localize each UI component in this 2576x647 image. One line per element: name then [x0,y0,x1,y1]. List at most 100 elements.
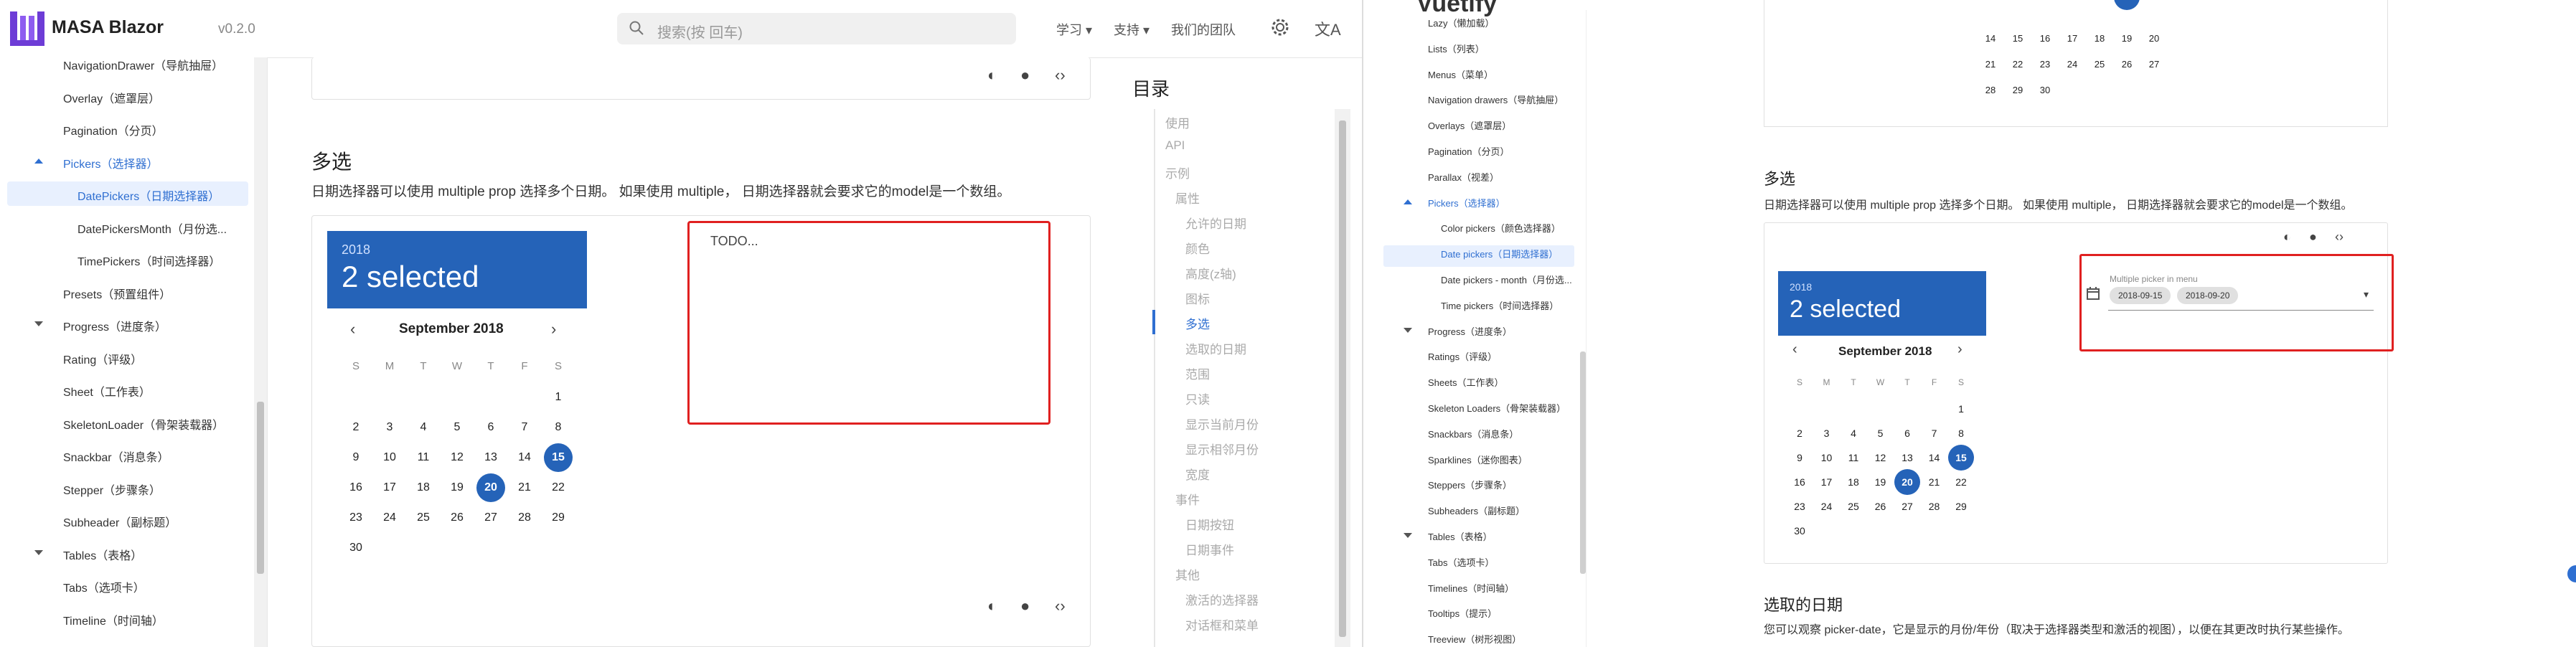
calendar-day[interactable]: 7 [1922,420,1947,446]
vuetify-example-code-icon[interactable]: ‹› [2335,230,2344,245]
calendar-day[interactable]: 20 [2141,26,2167,52]
calendar-day[interactable]: 14 [1978,26,2003,52]
calendar-day[interactable]: 22 [2005,52,2031,77]
sidebar-item[interactable]: Timelines（时间轴） [1428,581,1514,595]
sidebar-item[interactable]: Tabs（选项卡） [1428,555,1494,569]
calendar-day[interactable]: 4 [409,413,438,442]
calendar-day[interactable]: 2 [342,413,370,442]
toc-item[interactable]: 日期按钮 [1185,515,1234,533]
sidebar-item[interactable]: Progress（进度条） [63,317,166,334]
calendar-day[interactable]: 12 [443,443,471,472]
calendar-day[interactable]: 21 [510,473,539,502]
calendar-day[interactable]: 13 [476,443,505,472]
vuetify-sidebar-scroll-thumb[interactable] [1580,351,1586,574]
calendar-day[interactable]: 15 [2005,26,2031,52]
sidebar-item[interactable]: SkeletonLoader（骨架装载器） [63,415,224,433]
date-chip[interactable]: 2018-09-15 [2110,287,2171,304]
sidebar-item[interactable]: Snackbar（消息条） [63,448,169,465]
sidebar-item[interactable]: Pickers（选择器） [1428,196,1505,209]
calendar-day[interactable]: 30 [342,534,370,562]
sidebar-item[interactable]: Color pickers（颜色选择器） [1441,221,1561,235]
calendar-day[interactable]: 24 [1814,493,1840,519]
calendar-day[interactable]: 20 [1894,469,1920,495]
sidebar-item[interactable]: Pagination（分页） [63,121,164,138]
calendar-day[interactable]: 14 [1922,445,1947,471]
calendar-day[interactable]: 26 [1868,493,1894,519]
calendar-day[interactable]: 17 [1814,469,1840,495]
sidebar-item[interactable]: Pickers（选择器） [63,154,158,171]
masa-main-scroll-thumb[interactable] [1339,121,1346,637]
picker-month-title[interactable]: September 2018 [399,321,504,337]
calendar-day[interactable]: 23 [2032,52,2058,77]
chevron-icon[interactable] [34,321,43,326]
sidebar-item[interactable]: Snackbars（消息条） [1428,427,1518,440]
sidebar-item[interactable]: Tabs（选项卡） [63,578,145,595]
calendar-day[interactable]: 9 [342,443,370,472]
calendar-day[interactable]: 10 [1814,445,1840,471]
calendar-day[interactable]: 25 [1841,493,1866,519]
prev-month-chevron-icon[interactable]: ‹ [350,320,355,339]
calendar-day[interactable]: 26 [2114,52,2140,77]
sidebar-item[interactable]: Sheet（工作表） [63,382,151,400]
calendar-day[interactable]: 8 [1948,420,1974,446]
example-theme-contrast-icon[interactable]: ◐ [987,66,997,85]
sidebar-item[interactable]: Subheaders（副标题） [1428,504,1525,517]
dropdown-arrow-icon[interactable]: ▾ [2364,288,2369,301]
chevron-icon[interactable] [1404,533,1412,538]
calendar-day[interactable]: 27 [476,504,505,532]
calendar-day[interactable]: 19 [2114,26,2140,52]
vuetify-picker-month-title[interactable]: September 2018 [1838,344,1932,359]
sidebar-item[interactable]: Overlay（遮罩层） [63,89,160,106]
calendar-day[interactable]: 20 [476,473,505,502]
calendar-day[interactable]: 11 [409,443,438,472]
calendar-day[interactable]: 21 [1978,52,2003,77]
calendar-day[interactable]: 25 [409,504,438,532]
example-code-icon[interactable]: ‹› [1055,597,1066,615]
toc-item[interactable]: 范围 [1185,364,1210,382]
sidebar-item[interactable]: Timeline（时间轴） [63,611,164,628]
sidebar-item[interactable]: Overlays（遮罩层） [1428,118,1511,132]
toc-item[interactable]: 激活的选择器 [1185,590,1259,608]
calendar-day[interactable]: 6 [476,413,505,442]
masa-brand-name[interactable]: MASA Blazor [52,17,164,38]
calendar-day[interactable]: 11 [1841,445,1866,471]
sidebar-item[interactable]: Parallax（视差） [1428,170,1499,184]
sidebar-item[interactable]: Steppers（步骤条） [1428,478,1512,491]
sidebar-item[interactable]: Time pickers（时间选择器） [1441,298,1559,312]
nav-team[interactable]: 我们的团队 [1171,20,1236,39]
sidebar-item[interactable]: Navigation drawers（导航抽屉） [1428,93,1564,106]
masa-sidebar-scroll-thumb[interactable] [257,402,264,574]
toc-item[interactable]: 其他 [1175,565,1200,583]
translate-icon[interactable]: 文A [1315,17,1341,40]
calendar-day[interactable]: 7 [510,413,539,442]
toc-item[interactable]: 日期事件 [1185,540,1234,558]
calendar-day[interactable]: 1 [1948,396,1974,422]
toc-item[interactable]: 选取的日期 [1185,339,1246,357]
sidebar-item[interactable]: Menus（菜单） [1428,67,1493,81]
chevron-icon[interactable] [34,158,43,164]
calendar-day[interactable]: 28 [1978,77,2003,103]
calendar-day[interactable]: 8 [544,413,573,442]
toc-item[interactable]: 图标 [1185,289,1210,307]
calendar-day[interactable]: 27 [2141,52,2167,77]
sidebar-item[interactable]: Date pickers（日期选择器） [1441,247,1558,260]
sidebar-item[interactable]: Rating（评级） [63,350,142,367]
toc-item[interactable]: 多选 [1185,314,1210,332]
vuetify-next-month-chevron-icon[interactable]: › [1957,341,1962,358]
calendar-day[interactable]: 18 [1841,469,1866,495]
sidebar-item[interactable]: Pagination（分页） [1428,144,1509,158]
calendar-day[interactable]: 19 [1868,469,1894,495]
example-github-icon[interactable]: ● [1020,597,1030,615]
calendar-day[interactable]: 22 [544,473,573,502]
toc-item[interactable]: 事件 [1175,490,1200,508]
example-github-icon[interactable]: ● [1020,66,1030,85]
chevron-icon[interactable] [34,549,43,555]
menu-input-underline[interactable] [2108,310,2374,311]
vuetify-picker-year[interactable]: 2018 [1790,281,1812,293]
calendar-day[interactable]: 28 [510,504,539,532]
calendar-day[interactable]: 17 [2059,26,2085,52]
calendar-day[interactable]: 5 [443,413,471,442]
calendar-day[interactable]: 6 [1894,420,1920,446]
calendar-day[interactable]: 25 [2087,52,2112,77]
toc-item[interactable]: 对话框和菜单 [1185,615,1259,633]
